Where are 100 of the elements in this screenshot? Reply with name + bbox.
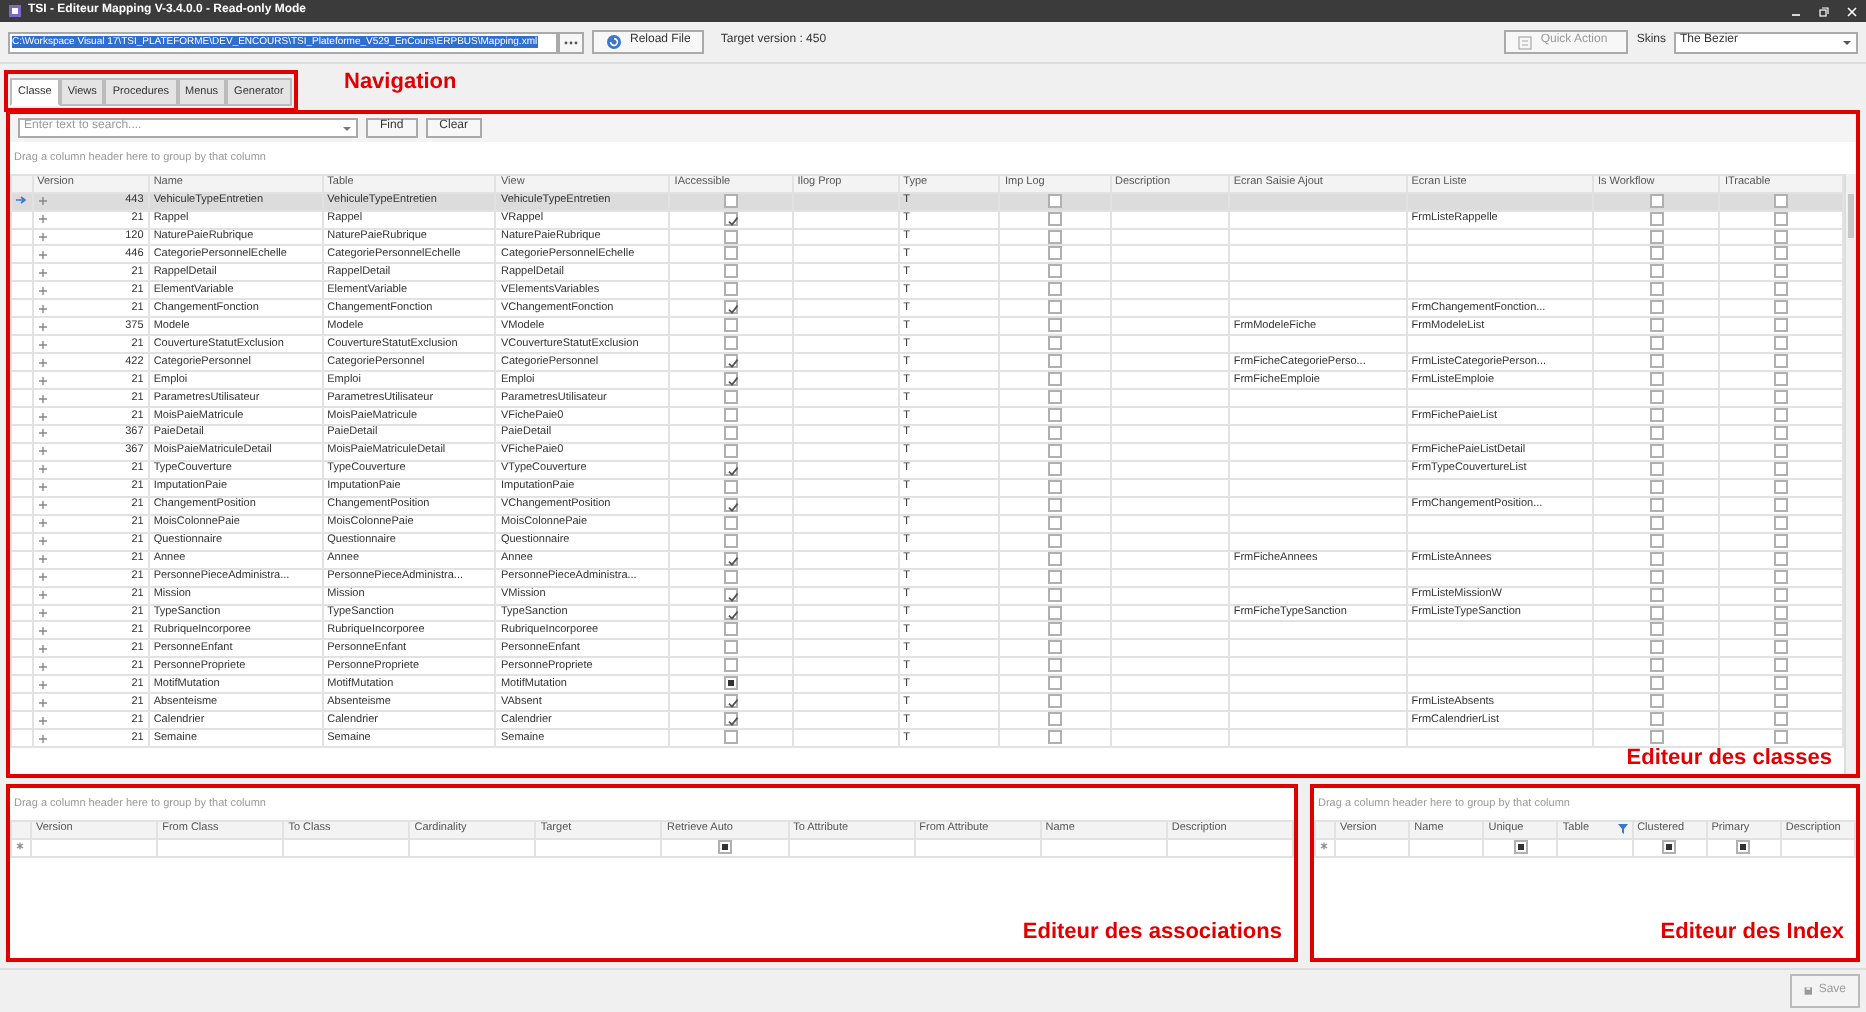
checkbox[interactable]: [1649, 622, 1664, 637]
checkbox[interactable]: [1649, 694, 1664, 709]
expand-icon[interactable]: [37, 536, 48, 547]
checkbox[interactable]: [1048, 336, 1062, 351]
checkbox[interactable]: [1774, 372, 1789, 387]
expand-icon[interactable]: [37, 339, 48, 350]
checkbox[interactable]: [1649, 730, 1664, 745]
checkbox[interactable]: [724, 318, 738, 333]
checkbox[interactable]: [1649, 300, 1664, 315]
scrollbar[interactable]: [1844, 174, 1856, 774]
checkbox[interactable]: [1649, 372, 1664, 387]
expand-icon[interactable]: [37, 572, 48, 583]
checkbox[interactable]: [1048, 694, 1062, 709]
checkbox[interactable]: [724, 640, 738, 655]
checkbox[interactable]: [1774, 282, 1789, 297]
checkbox[interactable]: [1774, 694, 1789, 709]
checkbox[interactable]: [724, 730, 738, 745]
checkbox[interactable]: [1048, 712, 1062, 727]
checkbox[interactable]: [1649, 336, 1664, 351]
checkbox[interactable]: [1774, 264, 1789, 279]
checkbox[interactable]: [724, 300, 738, 315]
checkbox[interactable]: [1774, 336, 1789, 351]
checkbox[interactable]: [724, 712, 738, 727]
filter-icon[interactable]: [1617, 824, 1628, 835]
checkbox[interactable]: [724, 246, 738, 261]
expand-icon[interactable]: [37, 303, 48, 314]
expand-icon[interactable]: [37, 733, 48, 744]
expand-icon[interactable]: [37, 357, 48, 368]
checkbox[interactable]: [1649, 408, 1664, 423]
close-icon[interactable]: [1846, 5, 1858, 17]
checkbox[interactable]: [1048, 622, 1062, 637]
checkbox[interactable]: [1649, 712, 1664, 727]
expand-icon[interactable]: [37, 500, 48, 511]
checkbox[interactable]: [1774, 318, 1789, 333]
expand-icon[interactable]: [37, 196, 48, 207]
expand-icon[interactable]: [37, 321, 48, 332]
checkbox[interactable]: [1774, 676, 1789, 691]
checkbox[interactable]: [1649, 246, 1664, 261]
expand-icon[interactable]: [37, 590, 48, 601]
checkbox[interactable]: [724, 336, 738, 351]
checkbox[interactable]: [1649, 658, 1664, 673]
checkbox[interactable]: [1048, 676, 1062, 691]
expand-icon[interactable]: [37, 697, 48, 708]
checkbox[interactable]: [724, 694, 738, 709]
checkbox[interactable]: [1774, 730, 1789, 745]
checkbox[interactable]: [1649, 354, 1664, 369]
checkbox[interactable]: [724, 282, 738, 297]
expand-icon[interactable]: [37, 625, 48, 636]
checkbox[interactable]: [724, 408, 738, 423]
expand-icon[interactable]: [37, 267, 48, 278]
checkbox[interactable]: [1048, 318, 1062, 333]
checkbox[interactable]: [1048, 730, 1062, 745]
checkbox[interactable]: [1048, 300, 1062, 315]
checkbox[interactable]: [1048, 658, 1062, 673]
expand-icon[interactable]: [37, 249, 48, 260]
checkbox[interactable]: [1649, 264, 1664, 279]
expand-icon[interactable]: [37, 643, 48, 654]
checkbox[interactable]: [1649, 640, 1664, 655]
expand-icon[interactable]: [37, 482, 48, 493]
checkbox[interactable]: [1774, 390, 1789, 405]
expand-icon[interactable]: [37, 428, 48, 439]
expand-icon[interactable]: [37, 214, 48, 225]
checkbox[interactable]: [724, 676, 738, 691]
checkbox[interactable]: [1048, 372, 1062, 387]
checkbox[interactable]: [1649, 282, 1664, 297]
checkbox[interactable]: [1774, 640, 1789, 655]
checkbox[interactable]: [1048, 246, 1062, 261]
expand-icon[interactable]: [37, 518, 48, 529]
checkbox[interactable]: [1649, 676, 1664, 691]
checkbox[interactable]: [1774, 712, 1789, 727]
restore-icon[interactable]: [1818, 5, 1830, 17]
checkbox[interactable]: [1649, 390, 1664, 405]
checkbox[interactable]: [1649, 318, 1664, 333]
checkbox[interactable]: [1048, 640, 1062, 655]
checkbox[interactable]: [1048, 354, 1062, 369]
checkbox[interactable]: [1048, 264, 1062, 279]
checkbox[interactable]: [1774, 658, 1789, 673]
checkbox[interactable]: [724, 658, 738, 673]
checkbox[interactable]: [724, 264, 738, 279]
checkbox[interactable]: [1774, 300, 1789, 315]
expand-icon[interactable]: [37, 661, 48, 672]
expand-icon[interactable]: [37, 285, 48, 296]
checkbox[interactable]: [724, 622, 738, 637]
checkbox[interactable]: [724, 372, 738, 387]
checkbox[interactable]: [1774, 408, 1789, 423]
expand-icon[interactable]: [37, 231, 48, 242]
expand-icon[interactable]: [37, 446, 48, 457]
expand-icon[interactable]: [37, 715, 48, 726]
checkbox[interactable]: [1048, 390, 1062, 405]
checkbox[interactable]: [1774, 246, 1789, 261]
checkbox[interactable]: [1774, 354, 1789, 369]
expand-icon[interactable]: [37, 375, 48, 386]
expand-icon[interactable]: [37, 393, 48, 404]
expand-icon[interactable]: [37, 554, 48, 565]
expand-icon[interactable]: [37, 464, 48, 475]
checkbox[interactable]: [724, 390, 738, 405]
expand-icon[interactable]: [37, 679, 48, 690]
expand-icon[interactable]: [37, 607, 48, 618]
checkbox[interactable]: [1048, 282, 1062, 297]
checkbox[interactable]: [1774, 622, 1789, 637]
